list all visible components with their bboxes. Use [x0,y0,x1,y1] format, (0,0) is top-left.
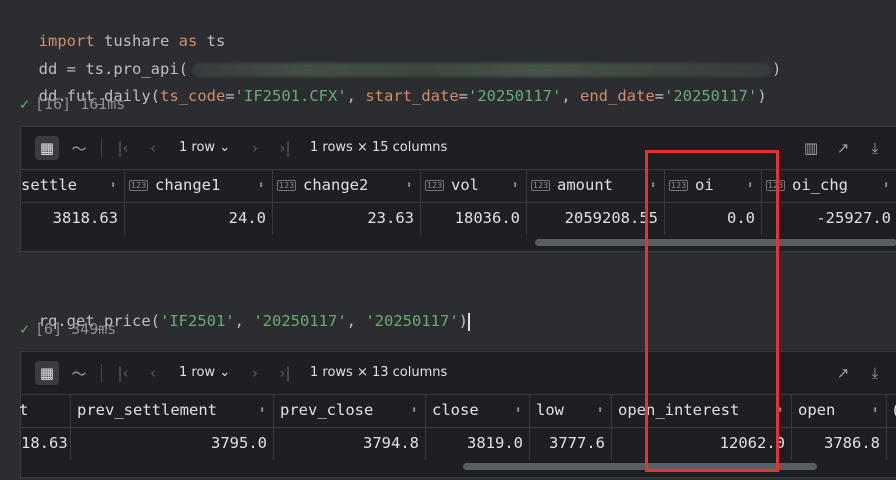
sort-icon[interactable]: ⬍ [259,395,265,426]
string-end-date: '20250117' [365,312,459,330]
table-cell[interactable]: 18036.0 [421,202,527,235]
sort-icon[interactable]: ⬍ [512,170,518,201]
highlight-box [645,150,779,472]
param-end-date: end_date [580,87,655,105]
chart-view-icon[interactable]: 〜 [67,136,91,160]
column-header[interactable]: prev_close ⬍ [274,395,426,427]
table-cell[interactable]: 3777.6 [530,427,612,460]
open-in-new-icon[interactable]: ↗ [831,136,855,160]
table-cell[interactable]: 3794.8 [274,427,426,460]
table-cell[interactable]: 3786.8 [792,427,887,460]
rows-selector[interactable]: 1 row ⌄ [179,127,230,169]
table-cell[interactable]: 3795.0 [71,427,274,460]
text-cursor [468,312,470,331]
column-header[interactable]: ( [887,395,896,427]
execution-time: 161ms [80,95,126,113]
numeric-type-icon: 123 [531,180,551,191]
chevron-down-icon: ⌄ [219,140,231,155]
download-icon[interactable]: ⤓ [863,136,887,160]
table-view-icon[interactable]: ▦ [35,361,59,385]
numeric-type-icon: 123 [425,180,445,191]
column-header[interactable]: 123 change2 ⬍ [273,170,421,202]
column-header[interactable]: 123 oi_chg ⬍ [762,170,896,202]
table-cell[interactable] [887,427,896,460]
execution-status: ✓ [6] 349ms [20,318,116,340]
string-start-date: '20250117' [253,312,347,330]
shape-summary: 1 rows × 13 columns [310,365,448,380]
code-line[interactable]: dd = ts.pro_api() [20,36,896,78]
first-page-icon[interactable]: |‹ [111,361,135,385]
last-page-icon[interactable]: ›| [273,361,297,385]
table-cell[interactable]: 24.0 [125,202,273,235]
prev-page-icon[interactable]: ‹ [141,136,165,160]
column-header[interactable]: prev_settlement ⬍ [71,395,274,427]
column-header[interactable]: 123 vol ⬍ [421,170,527,202]
execution-status: ✓ [16] 161ms [20,93,125,115]
download-icon[interactable]: ⤓ [863,361,887,385]
table-cell[interactable]: 23.63 [273,202,421,235]
rows-selector[interactable]: 1 row ⌄ [179,352,230,394]
table-cell[interactable]: 3818.63 [21,202,125,235]
numeric-type-icon: 123 [129,180,149,191]
column-header[interactable]: close ⬍ [426,395,530,427]
execution-counter: [16] [35,95,72,113]
column-header[interactable]: low ⬍ [530,395,612,427]
execution-counter: [6] [35,320,63,338]
call-close: ) [458,312,468,330]
numeric-type-icon: 123 [277,180,297,191]
string-symbol: 'IF2501' [160,312,235,330]
column-header[interactable]: open ⬍ [792,395,887,427]
sort-icon[interactable]: ⬍ [110,170,116,201]
sort-icon[interactable]: ⬍ [258,170,264,201]
sort-icon[interactable]: ⬍ [872,395,878,426]
next-page-icon[interactable]: › [243,361,267,385]
table-view-icon[interactable]: ▦ [35,136,59,160]
shape-summary: 1 rows × 15 columns [310,140,448,155]
param-ts-code: ts_code [160,87,226,105]
prev-page-icon[interactable]: ‹ [141,361,165,385]
code-line[interactable]: import tushare as ts [20,8,896,50]
open-in-new-icon[interactable]: ↗ [831,361,855,385]
sort-icon[interactable]: ⬍ [883,170,889,201]
table-cell[interactable]: 3819.0 [426,427,530,460]
execution-time: 349ms [71,320,117,338]
sort-icon[interactable]: ⬍ [597,395,603,426]
call-close: ) [757,87,767,105]
columns-icon[interactable]: ▥ [799,136,823,160]
string-end-date: '20250117' [664,87,758,105]
first-page-icon[interactable]: |‹ [111,136,135,160]
chart-view-icon[interactable]: 〜 [67,361,91,385]
param-start-date: start_date [365,87,459,105]
check-icon: ✓ [20,95,30,113]
check-icon: ✓ [20,320,30,338]
string-ts-code: 'IF2501.CFX' [234,87,347,105]
code-line[interactable]: dd.fut_daily(ts_code='IF2501.CFX', start… [20,63,896,105]
last-page-icon[interactable]: ›| [273,136,297,160]
sort-icon[interactable]: ⬍ [411,395,417,426]
sort-icon[interactable]: ⬍ [515,395,521,426]
table-cell[interactable]: 18.63 [21,427,71,460]
column-header[interactable]: 123 change1 ⬍ [125,170,273,202]
string-start-date: '20250117' [468,87,562,105]
column-header[interactable]: t [19,395,71,427]
sort-icon[interactable]: ⬍ [406,170,412,201]
next-page-icon[interactable]: › [243,136,267,160]
chevron-down-icon: ⌄ [219,365,231,380]
column-header[interactable]: settle ⬍ [21,170,125,202]
table-cell[interactable]: -25927.0 [762,202,896,235]
